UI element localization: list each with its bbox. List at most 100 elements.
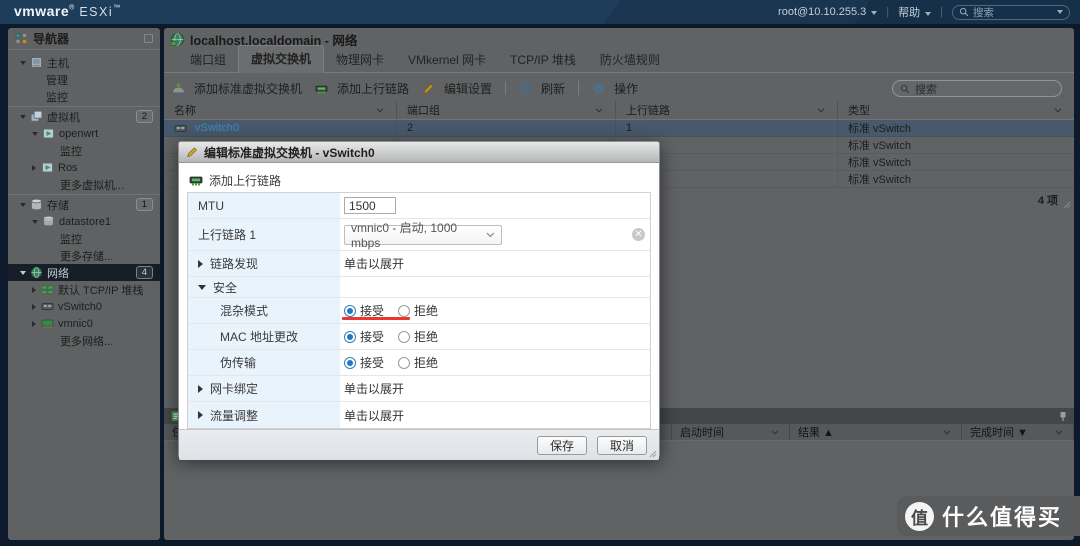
column-header-label: 名称: [174, 105, 196, 117]
sidebar-item-label: vmnic0: [58, 317, 93, 330]
refresh-button[interactable]: 刷新: [519, 80, 565, 97]
sidebar-item-datastore1[interactable]: datastore1: [8, 213, 160, 230]
sidebar-item-label: 网络: [47, 267, 69, 280]
tasks-column-completed-time[interactable]: 完成时间 ▼: [962, 424, 1074, 440]
tasks-column-label: 完成时间 ▼: [970, 427, 1028, 439]
toolbar-button-label: 添加上行链路: [337, 81, 410, 96]
save-button[interactable]: 保存: [536, 435, 587, 455]
sidebar-item-more-vms[interactable]: 更多虚拟机...: [8, 176, 160, 193]
sidebar-item-host-manage[interactable]: 管理: [8, 71, 160, 88]
sidebar-item-default-tcpip-stack[interactable]: 默认 TCP/IP 堆栈: [8, 281, 160, 298]
collapse-panel-icon[interactable]: [144, 34, 153, 43]
sidebar-item-vm-ros[interactable]: Ros: [8, 159, 160, 176]
tasks-column-result[interactable]: 结果 ▲: [790, 424, 962, 440]
add-standard-vswitch-button[interactable]: 添加标准虚拟交换机: [172, 80, 302, 97]
chevron-down-icon[interactable]: [1054, 107, 1068, 113]
sidebar-item-label: 主机: [47, 57, 69, 70]
nic-teaming-row[interactable]: 网卡绑定 单击以展开: [188, 376, 650, 402]
actions-button[interactable]: 操作: [592, 80, 638, 97]
remove-uplink-icon[interactable]: ✕: [632, 228, 645, 241]
resize-grip-icon[interactable]: [648, 449, 657, 458]
cancel-button[interactable]: 取消: [596, 435, 647, 455]
tab-vmkernel-nics[interactable]: VMkernel 网卡: [396, 47, 498, 73]
sidebar-item-networking[interactable]: 网络 4: [8, 264, 160, 281]
divider: [505, 81, 507, 95]
sidebar-item-host-monitor[interactable]: 监控: [8, 88, 160, 105]
tasks-column-label: 结果 ▲: [798, 427, 834, 439]
dialog-title: 编辑标准虚拟交换机 - vSwitch0: [204, 145, 375, 160]
chevron-down-icon[interactable]: [817, 107, 831, 113]
tab-virtual-switches[interactable]: 虚拟交换机: [238, 45, 325, 73]
chevron-down-icon[interactable]: [595, 107, 609, 113]
tab-physical-nics[interactable]: 物理网卡: [324, 47, 396, 73]
count-badge: 1: [135, 198, 153, 211]
add-uplink-button[interactable]: 添加上行链路: [315, 80, 409, 97]
add-switch-icon: [172, 82, 185, 95]
link-discovery-row[interactable]: 链路发现 单击以展开: [188, 251, 650, 277]
chevron-down-icon[interactable]: [1055, 429, 1068, 435]
sidebar-item-label: 监控: [60, 145, 82, 158]
navigator-title: 导航器: [33, 32, 70, 46]
pin-icon[interactable]: [1058, 411, 1068, 422]
navigator-panel: 导航器 主机 管理 监控 虚拟机 2 openwrt 监控 Ros 更多虚拟机... 存储 1 dat…: [8, 28, 160, 540]
column-header[interactable]: 上行链路: [616, 101, 838, 119]
uplink1-select[interactable]: vmnic0 - 启动, 1000 mbps: [344, 221, 502, 250]
sidebar-item-vm-openwrt[interactable]: openwrt: [8, 125, 160, 142]
sidebar-item-datastore1-monitor[interactable]: 监控: [8, 230, 160, 247]
radio-selected-icon: [344, 330, 356, 343]
tab-firewall-rules[interactable]: 防火墙规则: [588, 47, 672, 73]
expand-down-icon: [20, 114, 26, 119]
help-menu[interactable]: 帮助: [898, 4, 932, 20]
chevron-down-icon[interactable]: [376, 107, 390, 113]
mtu-label: MTU: [188, 193, 340, 218]
brand-esxi: ESXi: [79, 5, 114, 19]
table-search-input[interactable]: 搜索: [892, 80, 1062, 97]
vm-on-icon: [41, 161, 54, 174]
navigator-icon: [15, 32, 28, 45]
column-header[interactable]: 类型: [838, 101, 1074, 119]
radio-icon: [398, 356, 411, 369]
expand-right-icon: [198, 259, 203, 268]
edit-settings-button[interactable]: 编辑设置: [422, 80, 492, 97]
tab-port-groups[interactable]: 端口组: [178, 47, 238, 73]
table-row[interactable]: vSwitch0 2 1 标准 vSwitch: [164, 120, 1074, 137]
tasks-column-start-time[interactable]: 启动时间: [672, 424, 790, 440]
user-menu[interactable]: root@10.10.255.3: [778, 6, 878, 18]
column-header[interactable]: 名称: [164, 101, 397, 119]
sidebar-item-virtual-machines[interactable]: 虚拟机 2: [8, 108, 160, 125]
add-uplink-button[interactable]: 添加上行链路: [187, 168, 651, 192]
security-section-row[interactable]: 安全: [188, 277, 650, 298]
mac-accept-radio[interactable]: 接受: [344, 328, 384, 345]
tab-tcpip-stacks[interactable]: TCP/IP 堆栈: [498, 47, 588, 73]
toolbar-button-label: 编辑设置: [444, 81, 493, 96]
top-navbar: vmware® ESXi™ root@10.10.255.3 | 帮助 | 搜索: [0, 0, 1080, 24]
resize-grip-icon[interactable]: [1062, 200, 1071, 209]
sidebar-item-more-networks[interactable]: 更多网络...: [8, 332, 160, 349]
vswitch-link[interactable]: vSwitch0: [195, 122, 239, 134]
expand-right-icon: [32, 303, 36, 310]
cell-value: 1: [626, 122, 633, 134]
expand-right-icon: [32, 320, 36, 327]
column-header[interactable]: 端口组: [397, 101, 616, 119]
vswitch-icon: [174, 122, 187, 135]
forged-reject-radio[interactable]: 拒绝: [398, 354, 438, 371]
divider: [8, 106, 160, 107]
sidebar-item-vswitch0[interactable]: vSwitch0: [8, 298, 160, 315]
mtu-input[interactable]: [344, 197, 396, 214]
traffic-shaping-row[interactable]: 流量调整 单击以展开: [188, 402, 650, 428]
mac-reject-radio[interactable]: 拒绝: [398, 328, 438, 345]
sidebar-item-storage[interactable]: 存储 1: [8, 196, 160, 213]
sidebar-item-label: openwrt: [59, 127, 99, 140]
sidebar-item-host[interactable]: 主机: [8, 54, 160, 71]
divider: [8, 194, 160, 195]
forged-accept-radio[interactable]: 接受: [344, 354, 384, 371]
global-search-input[interactable]: 搜索: [952, 4, 1070, 20]
sidebar-item-vmnic0[interactable]: vmnic0: [8, 315, 160, 332]
table-cell: 标准 vSwitch: [838, 171, 1074, 187]
network-icon: [30, 266, 43, 279]
tab-bar: 端口组 虚拟交换机 物理网卡 VMkernel 网卡 TCP/IP 堆栈 防火墙规则: [164, 45, 1074, 73]
chevron-down-icon[interactable]: [771, 429, 784, 435]
sidebar-item-vm-openwrt-monitor[interactable]: 监控: [8, 142, 160, 159]
sidebar-item-more-storage[interactable]: 更多存储...: [8, 247, 160, 264]
chevron-down-icon[interactable]: [943, 429, 956, 435]
